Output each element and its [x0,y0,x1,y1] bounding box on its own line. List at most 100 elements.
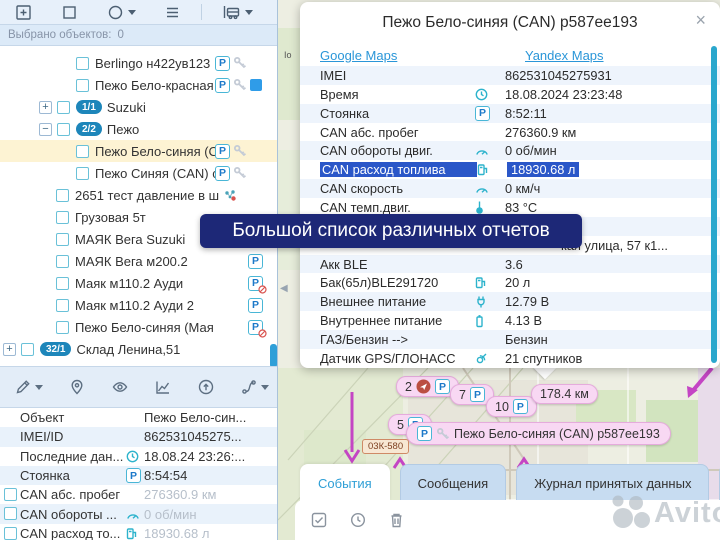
tree-item[interactable]: Пежо Синяя (CAN) сP [0,162,277,184]
fuel-icon [126,527,138,540]
checkbox[interactable] [57,123,70,136]
tree-item[interactable]: Пежо Бело-краснаяP [0,74,277,96]
popup-row-icon-slot [475,183,505,194]
map-label-text: 2 [405,380,412,394]
select-circle-button[interactable] [106,3,136,22]
popup-row[interactable]: Внутреннее питание4.13 В [300,311,720,330]
checkbox[interactable] [4,488,17,501]
tree-item[interactable]: +32/1Склад Ленина,51 [0,338,277,360]
popup-scrollbar[interactable] [711,46,717,363]
popup-row-label-text: CAN расход топлива [320,162,477,177]
popup-row[interactable]: Акк BLE 3.6 [300,255,720,274]
popup-row[interactable]: Время18.08.2024 23:23:48 [300,85,720,104]
tree-item-label: МАЯК Вега м200.2 [75,254,188,269]
popup-row-label: CAN скорость [300,181,475,196]
checkbox[interactable] [21,343,34,356]
map-label-text: 7 [459,388,466,402]
map-label[interactable]: 03К-580 [362,439,409,454]
popup-row[interactable]: IMEI862531045275931 [300,66,720,85]
tree-item[interactable]: Пежо Бело-синяя (СP [0,140,277,162]
chart-button[interactable] [154,378,172,396]
trash-button[interactable] [389,512,404,528]
popup-row-label-text: Акк BLE [320,257,367,272]
select-frame-button[interactable] [60,3,79,22]
parking-icon: P [215,56,230,71]
clock-gray-icon [350,512,366,528]
checkbox[interactable] [4,527,17,540]
tree-item[interactable]: 2651 тест давление в ш [0,184,277,206]
info-label: IMEI/ID [20,429,126,444]
info-label: CAN абс. пробег [20,487,126,502]
expand-icon[interactable]: + [3,343,16,356]
map-label[interactable]: 178.4 км [531,384,598,404]
checkbox[interactable] [76,167,89,180]
chevron-down-icon [245,10,253,15]
checkbox[interactable] [57,101,70,114]
tree-item[interactable]: Маяк м110.2 Ауди 2 P [0,294,277,316]
vehicle-list-button[interactable] [221,3,253,21]
key-icon [233,78,247,92]
close-icon[interactable]: × [695,11,706,29]
select-circle-icon [106,3,125,22]
route-button[interactable] [240,378,269,396]
parking-icon: P [248,298,263,313]
popup-row[interactable]: CAN скорость 0 км/ч [300,179,720,198]
upload-icon [197,378,215,396]
tree-item[interactable]: Berlingo н422ув123P [0,52,277,74]
popup-row[interactable]: СтоянкаP8:52:11 [300,104,720,123]
tree-item-label: Грузовая 5т [75,210,146,225]
tree-item-label: Маяк м110.2 Ауди 2 [75,298,194,313]
tree-item[interactable]: +1/1Suzuki [0,96,277,118]
popup-row[interactable]: ГАЗ/Бензин -->Бензин [300,330,720,349]
collapse-panel-icon[interactable]: ◀ [280,284,288,294]
popup-row[interactable]: Внешнее питание12.79 В [300,292,720,311]
eye-button[interactable] [111,378,129,396]
tree-item[interactable]: МАЯК Вега м200.2P [0,250,277,272]
google-maps-link[interactable]: Google Maps [320,48,525,63]
checkbox[interactable] [76,57,89,70]
checkbox[interactable] [56,233,69,246]
popup-row-label: IMEI [300,68,475,83]
checkbox[interactable] [4,507,17,520]
popup-row[interactable]: CAN расход топлива18930.68 л [300,160,720,179]
checkbox-button[interactable] [311,512,327,528]
popup-row-icon-slot [475,295,505,309]
parking-icon: P [215,144,230,159]
collapse-icon[interactable]: − [39,123,52,136]
checkbox[interactable] [76,145,89,158]
checkbox[interactable] [56,299,69,312]
popup-row-value-text: 3.6 [505,257,523,272]
expand-icon[interactable]: + [39,101,52,114]
popup-row-value: 276360.9 км [505,125,720,140]
popup-row-value: 8:52:11 [505,106,720,121]
select-area-button[interactable] [14,3,33,22]
tree-item[interactable]: Маяк м110.2 АудиP [0,272,277,294]
yandex-maps-link[interactable]: Yandex Maps [525,48,604,63]
pencil-button[interactable] [14,378,43,396]
upload-button[interactable] [197,378,215,396]
tree-scrollbar-thumb[interactable] [270,344,277,368]
pin-button[interactable] [68,378,86,396]
tab-сообщения[interactable]: Сообщения [400,464,507,501]
checkbox[interactable] [56,211,69,224]
popup-row-icon-slot [475,276,505,289]
map-label-unit[interactable]: PПежо Бело-синяя (CAN) p587ee193 [406,422,671,445]
map-label[interactable]: 10P [486,396,537,417]
checkbox[interactable] [56,277,69,290]
tab-события[interactable]: События [300,464,390,501]
checkbox[interactable] [56,255,69,268]
popup-row[interactable]: Бак(65л)BLE29172020 л [300,273,720,292]
sensor-icon [223,189,237,202]
tree-item[interactable]: −2/2Пежо [0,118,277,140]
popup-row[interactable]: CAN обороты двиг.0 об/мин [300,141,720,160]
left-panel: Выбрано объектов: 0 Berlingo н422ув123PП… [0,0,278,540]
clock-gray-button[interactable] [350,512,366,528]
checkbox[interactable] [56,189,69,202]
checkbox[interactable] [56,321,69,334]
popup-row[interactable]: CAN абс. пробег276360.9 км [300,123,720,142]
tree-item[interactable]: Пежо Бело-синяя (МаяP [0,316,277,338]
popup-row[interactable]: Датчик GPS/ГЛОНАСС21 спутников [300,349,720,366]
checkbox[interactable] [76,79,89,92]
list-view-button[interactable] [163,3,182,22]
popup-row-value: 0 км/ч [505,181,720,196]
